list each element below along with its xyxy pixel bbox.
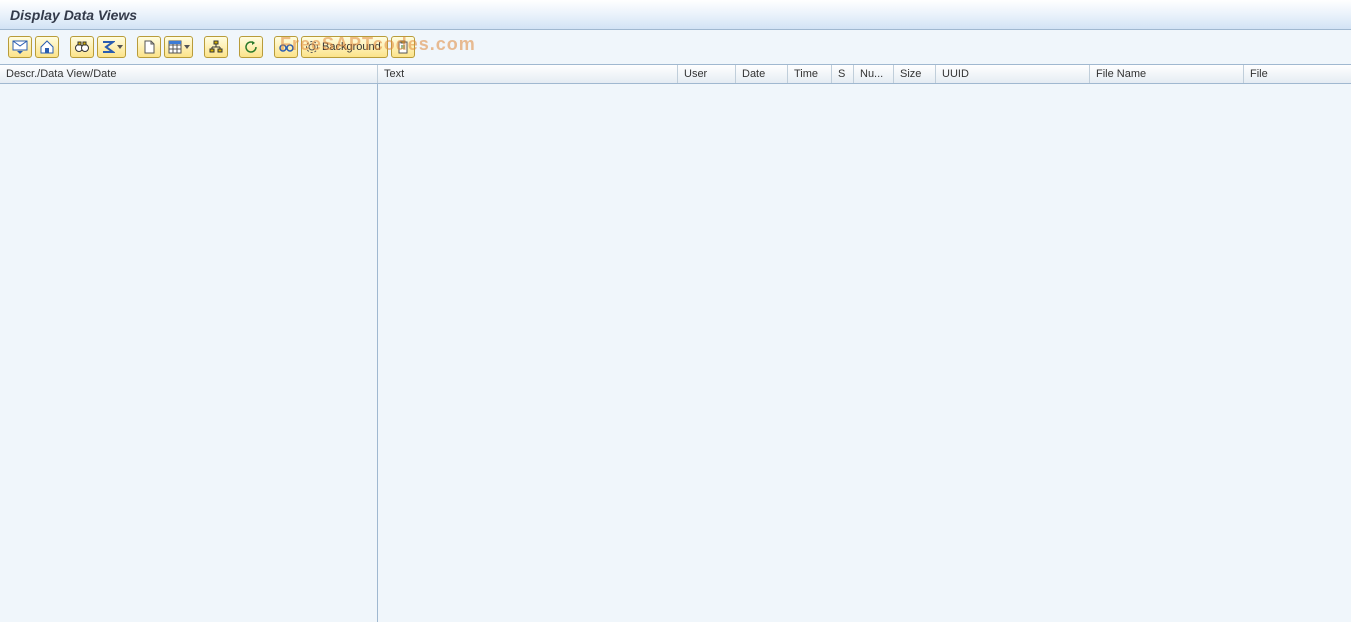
clipboard-icon [396, 40, 410, 54]
title-bar: Display Data Views [0, 0, 1351, 30]
sum-button[interactable] [97, 36, 126, 58]
refresh-icon [244, 40, 258, 54]
dropdown-caret-icon [117, 45, 123, 49]
page-title: Display Data Views [10, 7, 137, 23]
background-button[interactable]: Background [301, 36, 388, 58]
column-header-user[interactable]: User [678, 65, 736, 83]
binoculars-icon [74, 40, 90, 54]
toolbar: Background FreeSAPTcodes.com [0, 30, 1351, 64]
separator [131, 37, 132, 57]
column-header-time[interactable]: Time [788, 65, 832, 83]
toggle-button[interactable] [274, 36, 298, 58]
refresh-button[interactable] [239, 36, 263, 58]
dropdown-caret-icon [184, 45, 190, 49]
house-up-icon [39, 40, 55, 54]
tree-pane[interactable] [0, 84, 378, 622]
grid-header: Descr./Data View/Date Text User Date Tim… [0, 64, 1351, 84]
separator [268, 37, 269, 57]
column-header-descr[interactable]: Descr./Data View/Date [0, 65, 378, 83]
grid-icon [168, 40, 182, 54]
hierarchy-icon [209, 40, 223, 54]
find-button[interactable] [70, 36, 94, 58]
column-header-uuid[interactable]: UUID [936, 65, 1090, 83]
column-header-nu[interactable]: Nu... [854, 65, 894, 83]
collapse-button[interactable] [35, 36, 59, 58]
hierarchy-button[interactable] [204, 36, 228, 58]
separator [198, 37, 199, 57]
column-header-s[interactable]: S [832, 65, 854, 83]
separator [64, 37, 65, 57]
background-button-label: Background [322, 41, 381, 53]
envelope-down-icon [12, 40, 28, 54]
column-header-text[interactable]: Text [378, 65, 678, 83]
separator [233, 37, 234, 57]
document-icon [142, 40, 156, 54]
column-header-size[interactable]: Size [894, 65, 936, 83]
glasses-icon [278, 40, 294, 54]
gear-icon [305, 40, 319, 54]
app-window: Display Data Views [0, 0, 1351, 622]
expand-details-button[interactable] [8, 36, 32, 58]
export-button[interactable] [137, 36, 161, 58]
column-header-filename[interactable]: File Name [1090, 65, 1244, 83]
column-header-date[interactable]: Date [736, 65, 788, 83]
column-header-file[interactable]: File [1244, 65, 1336, 83]
clipboard-button[interactable] [391, 36, 415, 58]
sigma-icon [101, 40, 115, 54]
detail-pane[interactable] [378, 84, 1351, 622]
layout-button[interactable] [164, 36, 193, 58]
content-area [0, 84, 1351, 622]
